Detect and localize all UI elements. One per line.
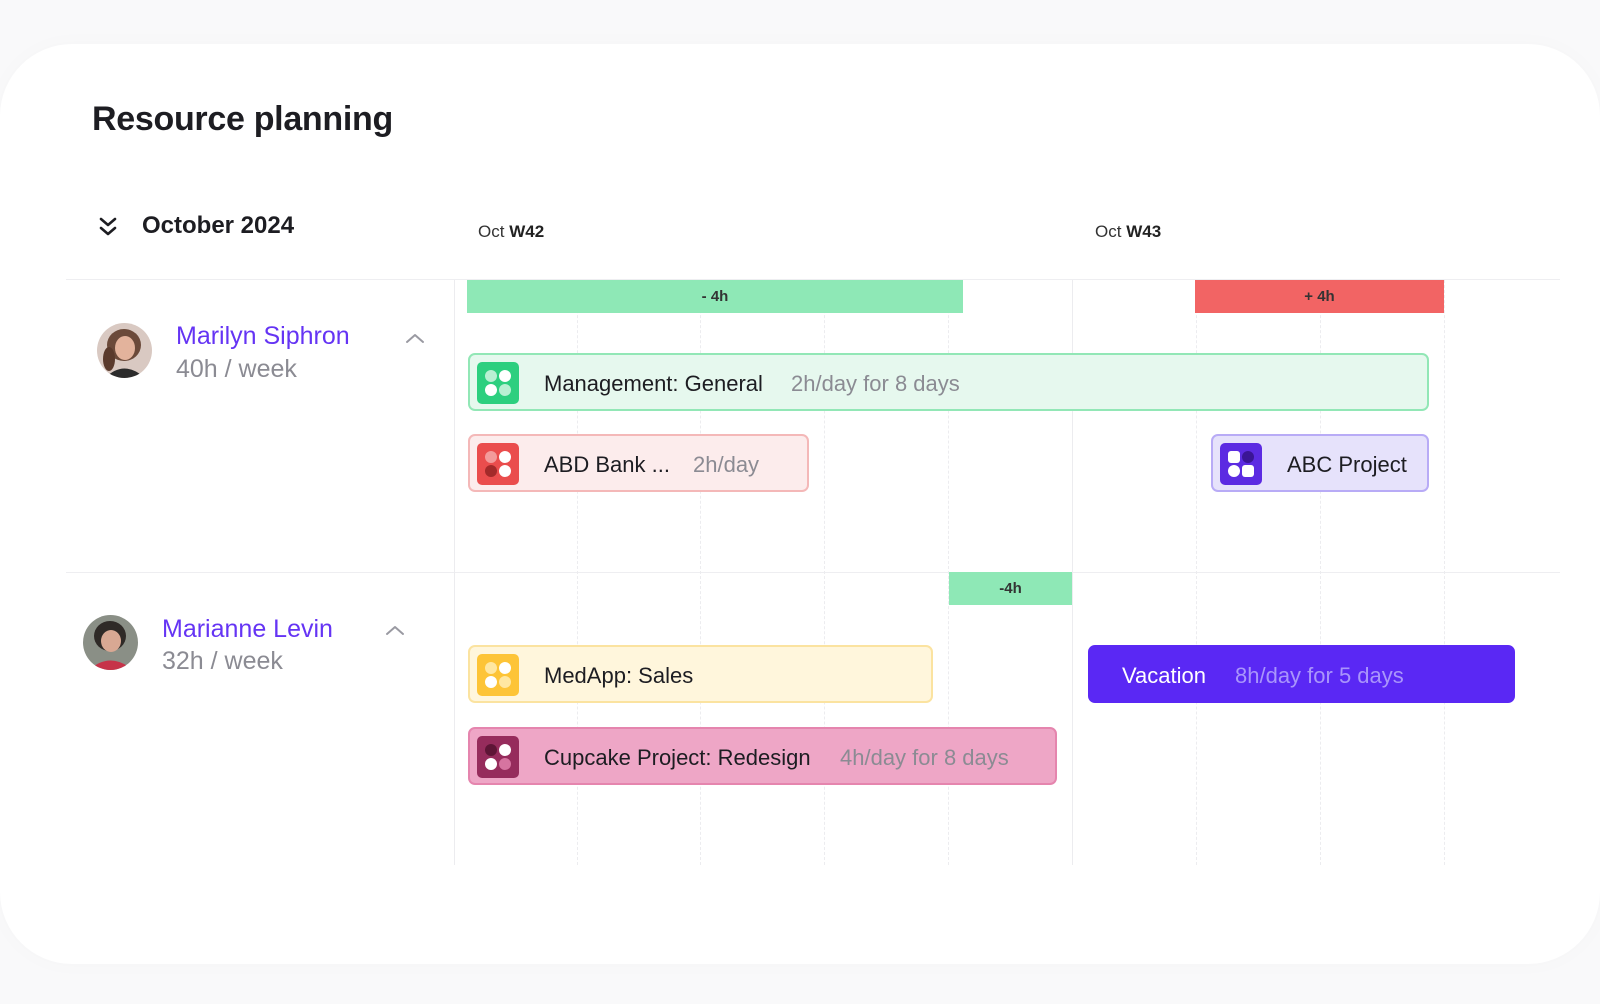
week-month: Oct	[478, 222, 505, 241]
avatar-image	[97, 323, 152, 378]
week-header-w42: Oct W42	[478, 222, 544, 242]
task-name: ABC Project	[1287, 452, 1407, 477]
task-cupcake-redesign[interactable]: Cupcake Project: Redesign 4h/day for 8 d…	[468, 727, 1057, 785]
chevron-up-icon[interactable]	[404, 331, 426, 345]
page-title: Resource planning	[92, 100, 393, 138]
grid-circles-icon	[477, 362, 519, 404]
day-grid-line	[1444, 280, 1445, 865]
person-name[interactable]: Marilyn Siphron	[176, 322, 350, 351]
month-label: October 2024	[142, 212, 295, 239]
grid-line	[454, 280, 455, 865]
person-hours: 32h / week	[162, 647, 283, 675]
chevrons-down-icon[interactable]	[97, 216, 119, 238]
resource-planning-card	[0, 44, 1600, 964]
task-name: Management: General	[544, 371, 763, 396]
task-detail: 8h/day for 5 days	[1235, 663, 1404, 688]
grid-squares-icon	[1220, 443, 1262, 485]
task-detail: 2h/day for 8 days	[791, 371, 960, 396]
capacity-over-bar: + 4h	[1195, 280, 1444, 313]
avatar-image	[83, 615, 138, 670]
week-number: W42	[509, 222, 545, 241]
capacity-under-bar: -4h	[949, 572, 1072, 605]
task-abd-bank[interactable]: ABD Bank ... 2h/day	[468, 434, 809, 492]
task-detail: 4h/day for 8 days	[840, 745, 1009, 770]
task-detail: 2h/day	[693, 452, 760, 477]
task-name: Cupcake Project: Redesign	[544, 745, 811, 770]
capacity-under-bar: - 4h	[467, 280, 963, 313]
task-name: Vacation	[1122, 663, 1206, 688]
avatar[interactable]	[83, 615, 138, 670]
task-name: MedApp: Sales	[544, 663, 694, 688]
person-hours: 40h / week	[176, 355, 297, 383]
week-month: Oct	[1095, 222, 1122, 241]
row-divider	[66, 572, 1560, 573]
task-abc-project[interactable]: ABC Project	[1211, 434, 1429, 492]
task-name: ABD Bank ...	[544, 452, 670, 477]
task-vacation[interactable]: Vacation 8h/day for 5 days	[1088, 645, 1515, 703]
week-number: W43	[1126, 222, 1162, 241]
task-management-general[interactable]: Management: General 2h/day for 8 days	[468, 353, 1429, 411]
grid-circles-icon	[477, 654, 519, 696]
person-name[interactable]: Marianne Levin	[162, 615, 333, 644]
task-medapp-sales[interactable]: MedApp: Sales	[468, 645, 933, 703]
grid-circles-icon	[477, 736, 519, 778]
chevron-up-icon[interactable]	[384, 623, 406, 637]
avatar[interactable]	[97, 323, 152, 378]
week-header-w43: Oct W43	[1095, 222, 1161, 242]
grid-circles-icon	[477, 443, 519, 485]
